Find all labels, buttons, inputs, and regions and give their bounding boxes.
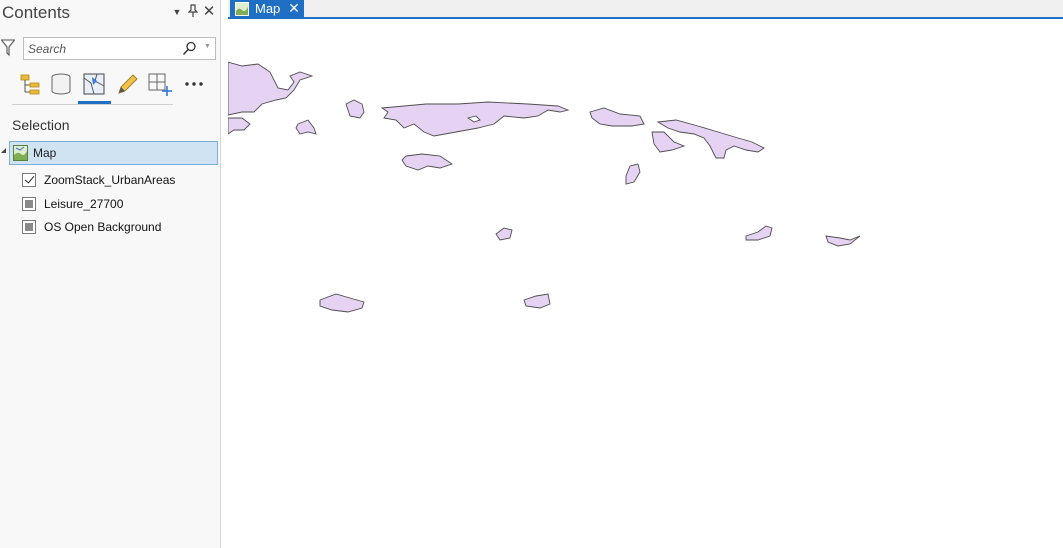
layer-label: Leisure_27700 <box>44 197 124 211</box>
map-icon <box>235 2 249 16</box>
urban-area-polygon <box>825 235 861 247</box>
more-icon[interactable] <box>179 68 209 100</box>
urban-area-polygon <box>228 117 251 135</box>
search-input[interactable] <box>28 41 178 57</box>
layer-visibility-checkbox[interactable] <box>22 173 36 187</box>
close-tab-icon[interactable]: ✕ <box>287 0 301 17</box>
map-view: Map ✕ <box>228 0 1063 548</box>
filter-icon[interactable] <box>1 39 15 57</box>
layer-item[interactable]: Leisure_27700 <box>22 195 212 215</box>
urban-area-polygon <box>589 107 645 127</box>
tab-map[interactable]: Map ✕ <box>230 0 304 18</box>
urban-area-polygon <box>295 119 317 135</box>
contents-pane: Contents ▼ ✕ ▼ <box>0 0 221 548</box>
search-options-chevron-icon[interactable]: ▼ <box>204 43 211 50</box>
urban-area-polygon <box>401 153 454 171</box>
list-by-snapping-icon[interactable] <box>145 68 175 100</box>
layer-item[interactable]: OS Open Background <box>22 218 212 238</box>
urban-area-polygons <box>228 61 861 313</box>
urban-area-polygon <box>319 293 365 313</box>
search-icon[interactable] <box>182 41 197 56</box>
toolbar-divider <box>12 104 173 105</box>
urban-area-polygon <box>656 119 765 159</box>
urban-area-polygon <box>651 131 686 153</box>
layer-item[interactable]: ZoomStack_UrbanAreas <box>22 171 212 191</box>
layer-visibility-checkbox[interactable] <box>22 220 36 234</box>
map-node-label: Map <box>33 146 57 160</box>
urban-area-polygon <box>345 99 365 119</box>
list-by-selection-icon[interactable] <box>79 68 109 100</box>
pane-options-dropdown-icon[interactable]: ▼ <box>171 4 183 20</box>
collapse-map-icon[interactable] <box>1 148 6 153</box>
tree-item-map[interactable]: Map <box>9 141 218 165</box>
tab-map-label: Map <box>255 1 281 16</box>
pin-icon[interactable] <box>187 4 199 20</box>
list-by-source-icon[interactable] <box>46 68 76 100</box>
urban-area-polygon <box>228 61 314 116</box>
map-icon <box>13 145 28 161</box>
view-tab-strip: Map ✕ <box>228 0 1063 19</box>
layer-label: OS Open Background <box>44 220 162 234</box>
urban-area-polygon <box>745 225 773 241</box>
map-canvas[interactable] <box>228 20 1063 548</box>
layer-label: ZoomStack_UrbanAreas <box>44 173 176 187</box>
list-by-editing-icon[interactable] <box>112 68 142 100</box>
contents-pane-header: Contents ▼ ✕ <box>0 0 221 26</box>
layer-visibility-checkbox[interactable] <box>22 197 36 211</box>
urban-area-polygon <box>625 163 641 185</box>
arcgis-pro-window: Contents ▼ ✕ ▼ <box>0 0 1063 548</box>
urban-area-polygon <box>523 293 551 309</box>
urban-area-polygon <box>495 227 513 241</box>
search-box: ▼ <box>23 37 216 60</box>
close-pane-icon[interactable]: ✕ <box>202 4 216 20</box>
contents-pane-title: Contents <box>2 3 71 22</box>
list-view-label: Selection <box>12 117 70 133</box>
list-by-drawing-order-icon[interactable] <box>14 68 44 100</box>
